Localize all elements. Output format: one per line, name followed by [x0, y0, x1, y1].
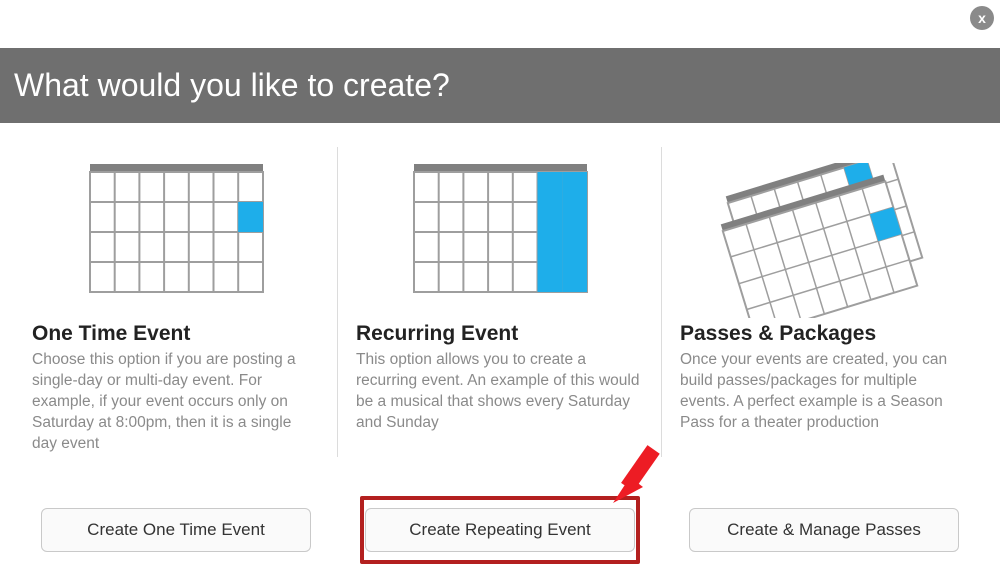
modal-create-event-type: x What would you like to create? — [0, 0, 1000, 572]
option-title: Passes & Packages — [680, 322, 968, 346]
button-cell: Create & Manage Passes — [662, 508, 986, 552]
option-description: Choose this option if you are posting a … — [32, 350, 320, 455]
option-description: Once your events are created, you can bu… — [680, 350, 968, 434]
create-manage-passes-button[interactable]: Create & Manage Passes — [689, 508, 959, 552]
option-recurring-event: Recurring Event This option allows you t… — [338, 147, 662, 455]
button-cell: Create Repeating Event — [338, 508, 662, 552]
calendar-recurring-icon — [356, 147, 644, 322]
action-buttons-row: Create One Time Event Create Repeating E… — [14, 508, 986, 552]
create-repeating-event-button[interactable]: Create Repeating Event — [365, 508, 635, 552]
option-passes-packages: Passes & Packages Once your events are c… — [662, 147, 986, 455]
button-cell: Create One Time Event — [14, 508, 338, 552]
create-one-time-event-button[interactable]: Create One Time Event — [41, 508, 311, 552]
option-description: This option allows you to create a recur… — [356, 350, 644, 434]
calendar-passes-icon — [680, 147, 968, 322]
modal-header: What would you like to create? — [0, 48, 1000, 123]
close-button[interactable]: x — [970, 6, 994, 30]
modal-title: What would you like to create? — [0, 67, 450, 104]
options-row: One Time Event Choose this option if you… — [14, 147, 986, 455]
option-title: One Time Event — [32, 322, 320, 346]
option-title: Recurring Event — [356, 322, 644, 346]
option-one-time-event: One Time Event Choose this option if you… — [14, 147, 338, 455]
calendar-single-day-icon — [32, 147, 320, 322]
close-icon: x — [978, 10, 986, 26]
